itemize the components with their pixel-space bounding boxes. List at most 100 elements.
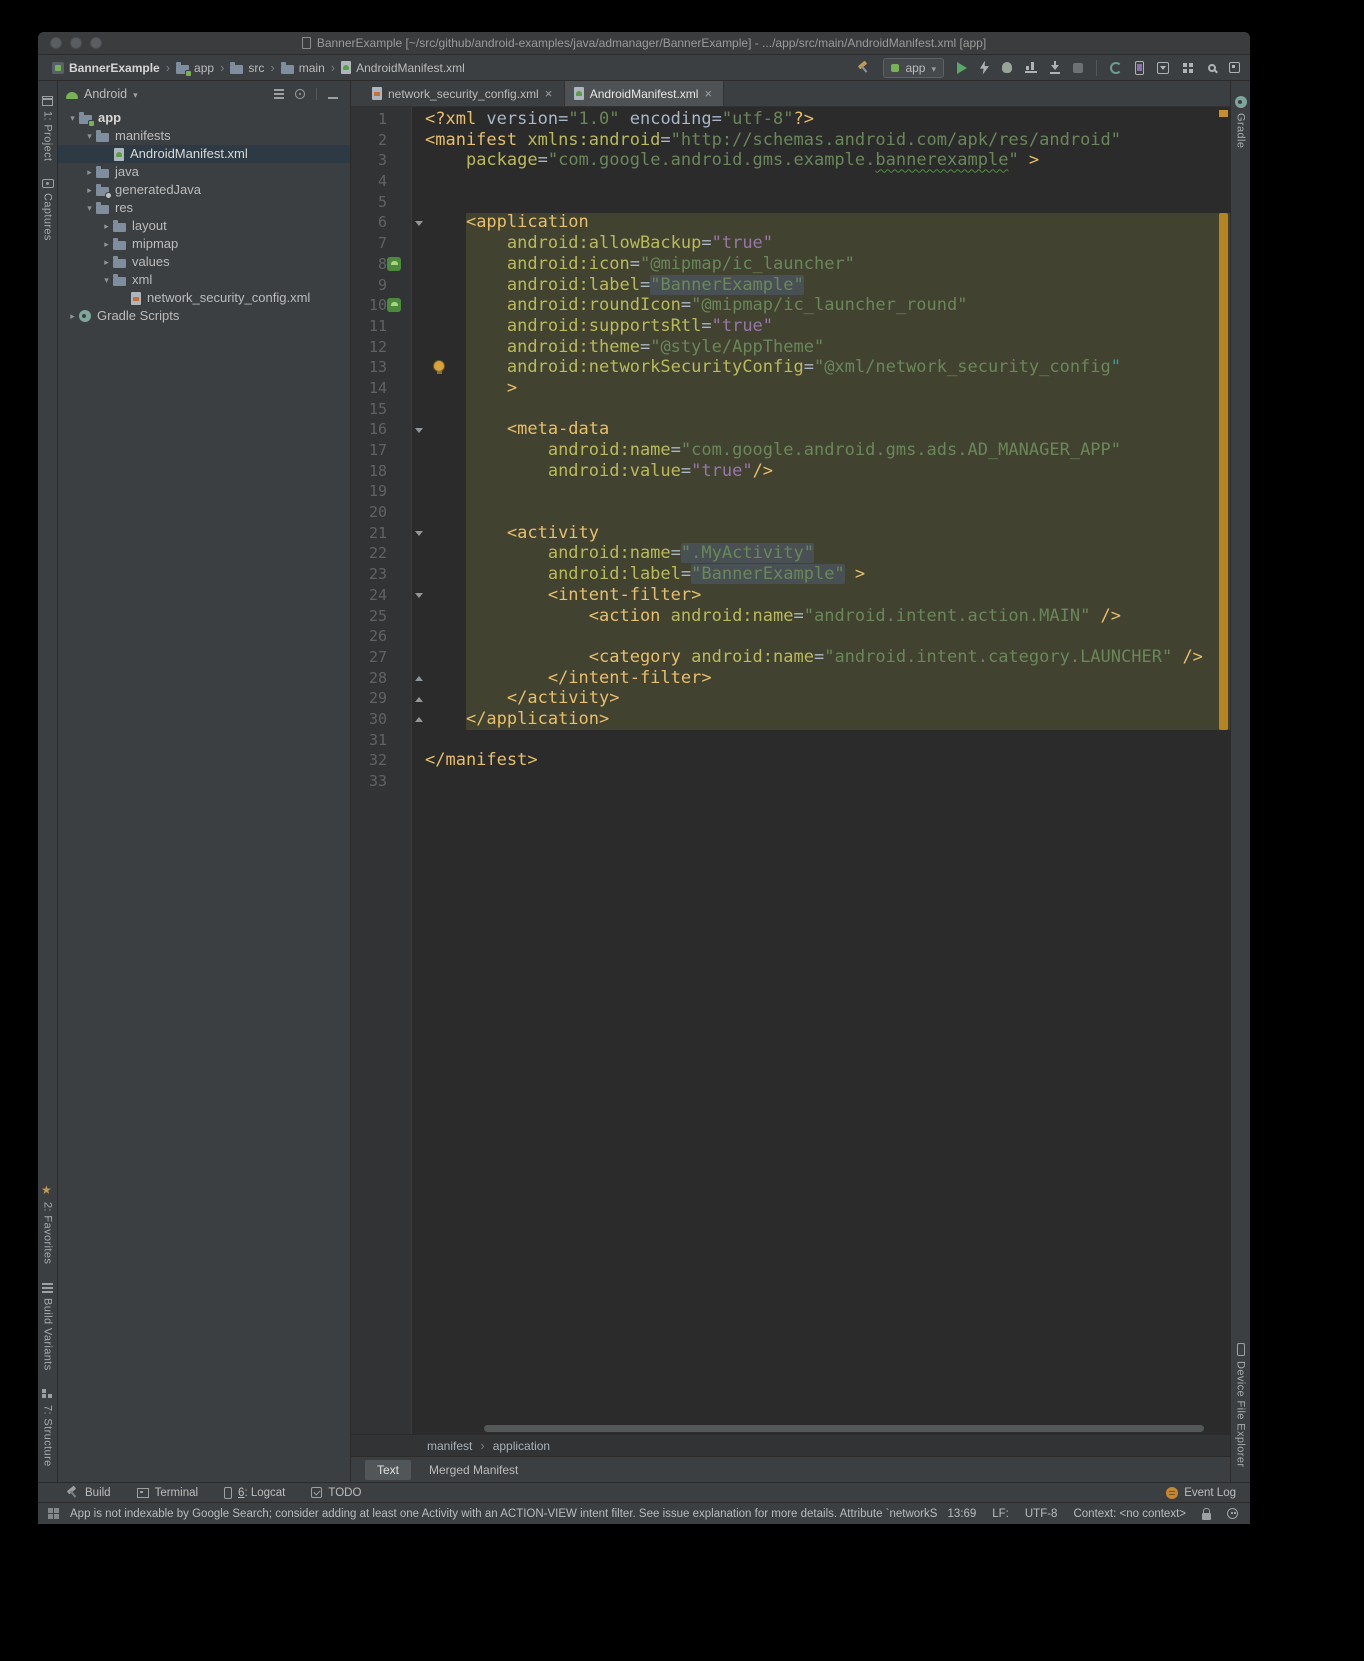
run-configuration-select[interactable]: app: [883, 58, 944, 78]
breadcrumb-main[interactable]: main: [281, 61, 325, 75]
bottom-tab-text[interactable]: Text: [365, 1460, 411, 1480]
chevron-right-icon[interactable]: [100, 217, 113, 235]
line-number: 9: [351, 275, 411, 296]
horizontal-scrollbar[interactable]: [484, 1425, 1204, 1432]
fold-marker-icon[interactable]: [415, 531, 423, 536]
tree-item-xml[interactable]: xml: [58, 271, 350, 289]
chevron-right-icon[interactable]: [100, 253, 113, 271]
search-everywhere-icon[interactable]: [1208, 64, 1216, 72]
build-variants-tool-icon: [42, 1283, 53, 1293]
fold-marker-icon[interactable]: [415, 221, 423, 226]
tool-button-2-favorites[interactable]: 2: Favorites: [41, 1184, 54, 1264]
breadcrumb-src[interactable]: src: [230, 61, 264, 75]
make-project-icon[interactable]: [857, 61, 870, 74]
tool-button-build-variants[interactable]: Build Variants: [42, 1283, 54, 1371]
error-stripe-mark: [1219, 110, 1228, 117]
chevron-down-icon[interactable]: [83, 127, 96, 145]
collapse-all-icon[interactable]: [274, 93, 284, 95]
code-line: [425, 171, 1230, 192]
chevron-down-icon[interactable]: [100, 271, 113, 289]
sync-gradle-icon[interactable]: [1110, 62, 1122, 74]
tab-network-security-config-xml[interactable]: network_security_config.xml: [363, 81, 565, 106]
tree-item-res[interactable]: res: [58, 199, 350, 217]
breadcrumb-manifest[interactable]: manifest: [427, 1439, 472, 1453]
tree-item-gradle-scripts[interactable]: Gradle Scripts: [58, 307, 350, 325]
tool-button-gradle[interactable]: Gradle: [1235, 96, 1247, 148]
bottom-tab-merged-manifest[interactable]: Merged Manifest: [417, 1460, 530, 1480]
run-icon[interactable]: [957, 62, 967, 74]
caret-position[interactable]: 13:69: [947, 1508, 976, 1520]
line-number: 30: [351, 709, 411, 730]
chevron-right-icon[interactable]: [83, 181, 96, 199]
chevron-right-icon[interactable]: [100, 235, 113, 253]
tool-button-7-structure[interactable]: 7: Structure: [41, 1388, 54, 1467]
debug-icon[interactable]: [1002, 62, 1012, 73]
status-widgets: 13:69 LF: UTF-8 Context: <no context>: [947, 1507, 1238, 1520]
apply-changes-icon[interactable]: [980, 61, 989, 75]
chevron-down-icon[interactable]: [66, 109, 79, 127]
customize-toolbar-icon[interactable]: [1229, 62, 1240, 73]
lock-icon[interactable]: [1202, 1513, 1211, 1520]
breadcrumb-label: src: [248, 61, 264, 75]
chevron-down-icon[interactable]: [83, 199, 96, 217]
fold-marker-icon[interactable]: [415, 428, 423, 433]
inspections-icon[interactable]: [1227, 1508, 1238, 1519]
launcher-preview-icon[interactable]: [387, 298, 401, 312]
tree-item-androidmanifest-xml[interactable]: AndroidManifest.xml: [58, 145, 350, 163]
tool-button-captures[interactable]: Captures: [42, 179, 54, 241]
launcher-preview-icon[interactable]: [387, 257, 401, 271]
profiler-icon[interactable]: [1025, 62, 1037, 73]
status-bar: App is not indexable by Google Search; c…: [38, 1502, 1250, 1524]
close-tab-icon[interactable]: [704, 87, 714, 101]
tree-item-layout[interactable]: layout: [58, 217, 350, 235]
fold-marker-icon[interactable]: [415, 697, 423, 702]
tree-item-label: values: [132, 253, 170, 271]
settings-gear-icon[interactable]: [295, 89, 305, 99]
toolwindow-switcher-icon[interactable]: [48, 1508, 53, 1513]
code-line: [425, 399, 1230, 420]
breadcrumb-androidmanifest-xml[interactable]: AndroidManifest.xml: [341, 61, 465, 75]
close-window-button[interactable]: [50, 37, 62, 49]
tree-item-app[interactable]: app: [58, 109, 350, 127]
close-tab-icon[interactable]: [545, 87, 555, 101]
tool-button-build[interactable]: Build: [66, 1486, 111, 1499]
tab-androidmanifest-xml[interactable]: AndroidManifest.xml: [565, 81, 725, 106]
tree-item-mipmap[interactable]: mipmap: [58, 235, 350, 253]
chevron-right-icon[interactable]: [83, 163, 96, 181]
tree-item-generatedjava[interactable]: generatedJava: [58, 181, 350, 199]
layout-inspector-icon[interactable]: [1183, 63, 1187, 67]
tree-item-values[interactable]: values: [58, 253, 350, 271]
tool-button-terminal[interactable]: Terminal: [137, 1487, 198, 1499]
code-editor[interactable]: 1234567891011121314151617181920212223242…: [351, 107, 1230, 1434]
breadcrumb-application[interactable]: application: [493, 1439, 550, 1453]
chevron-right-icon[interactable]: [66, 307, 79, 325]
fold-marker-icon[interactable]: [415, 593, 423, 598]
project-view-selector[interactable]: Android: [84, 87, 127, 101]
tree-item-java[interactable]: java: [58, 163, 350, 181]
fold-marker-icon[interactable]: [415, 676, 423, 681]
hide-panel-icon[interactable]: [328, 97, 338, 99]
encoding-indicator[interactable]: UTF-8: [1025, 1508, 1058, 1520]
avd-manager-icon[interactable]: [1135, 61, 1144, 75]
tree-item-network-security-config-xml[interactable]: network_security_config.xml: [58, 289, 350, 307]
stop-icon[interactable]: [1073, 63, 1083, 73]
minimize-window-button[interactable]: [70, 37, 82, 49]
event-log-button[interactable]: Event Log: [1166, 1487, 1236, 1499]
tool-button-todo[interactable]: TODO: [311, 1487, 361, 1499]
tree-item-manifests[interactable]: manifests: [58, 127, 350, 145]
tool-button-6-logcat[interactable]: 6: Logcat: [224, 1487, 285, 1499]
tool-button-1-project[interactable]: 1: Project: [42, 96, 54, 161]
line-ending-indicator[interactable]: LF:: [992, 1508, 1009, 1520]
breadcrumb-app[interactable]: app: [176, 61, 214, 75]
tool-button-device-file-explorer[interactable]: Device File Explorer: [1235, 1343, 1247, 1467]
titlebar[interactable]: BannerExample [~/src/github/android-exam…: [38, 32, 1250, 55]
code-line: </activity>: [425, 688, 1230, 709]
fold-marker-icon[interactable]: [415, 717, 423, 722]
code-line: android:networkSecurityConfig="@xml/netw…: [425, 357, 1230, 378]
breadcrumb-bannerexample[interactable]: BannerExample: [52, 61, 160, 75]
code-area[interactable]: <?xml version="1.0" encoding="utf-8"?><m…: [412, 107, 1230, 1434]
code-content[interactable]: <?xml version="1.0" encoding="utf-8"?><m…: [412, 107, 1230, 792]
sdk-manager-icon[interactable]: [1157, 62, 1169, 74]
attach-debugger-icon[interactable]: [1050, 61, 1060, 74]
zoom-window-button[interactable]: [90, 37, 102, 49]
